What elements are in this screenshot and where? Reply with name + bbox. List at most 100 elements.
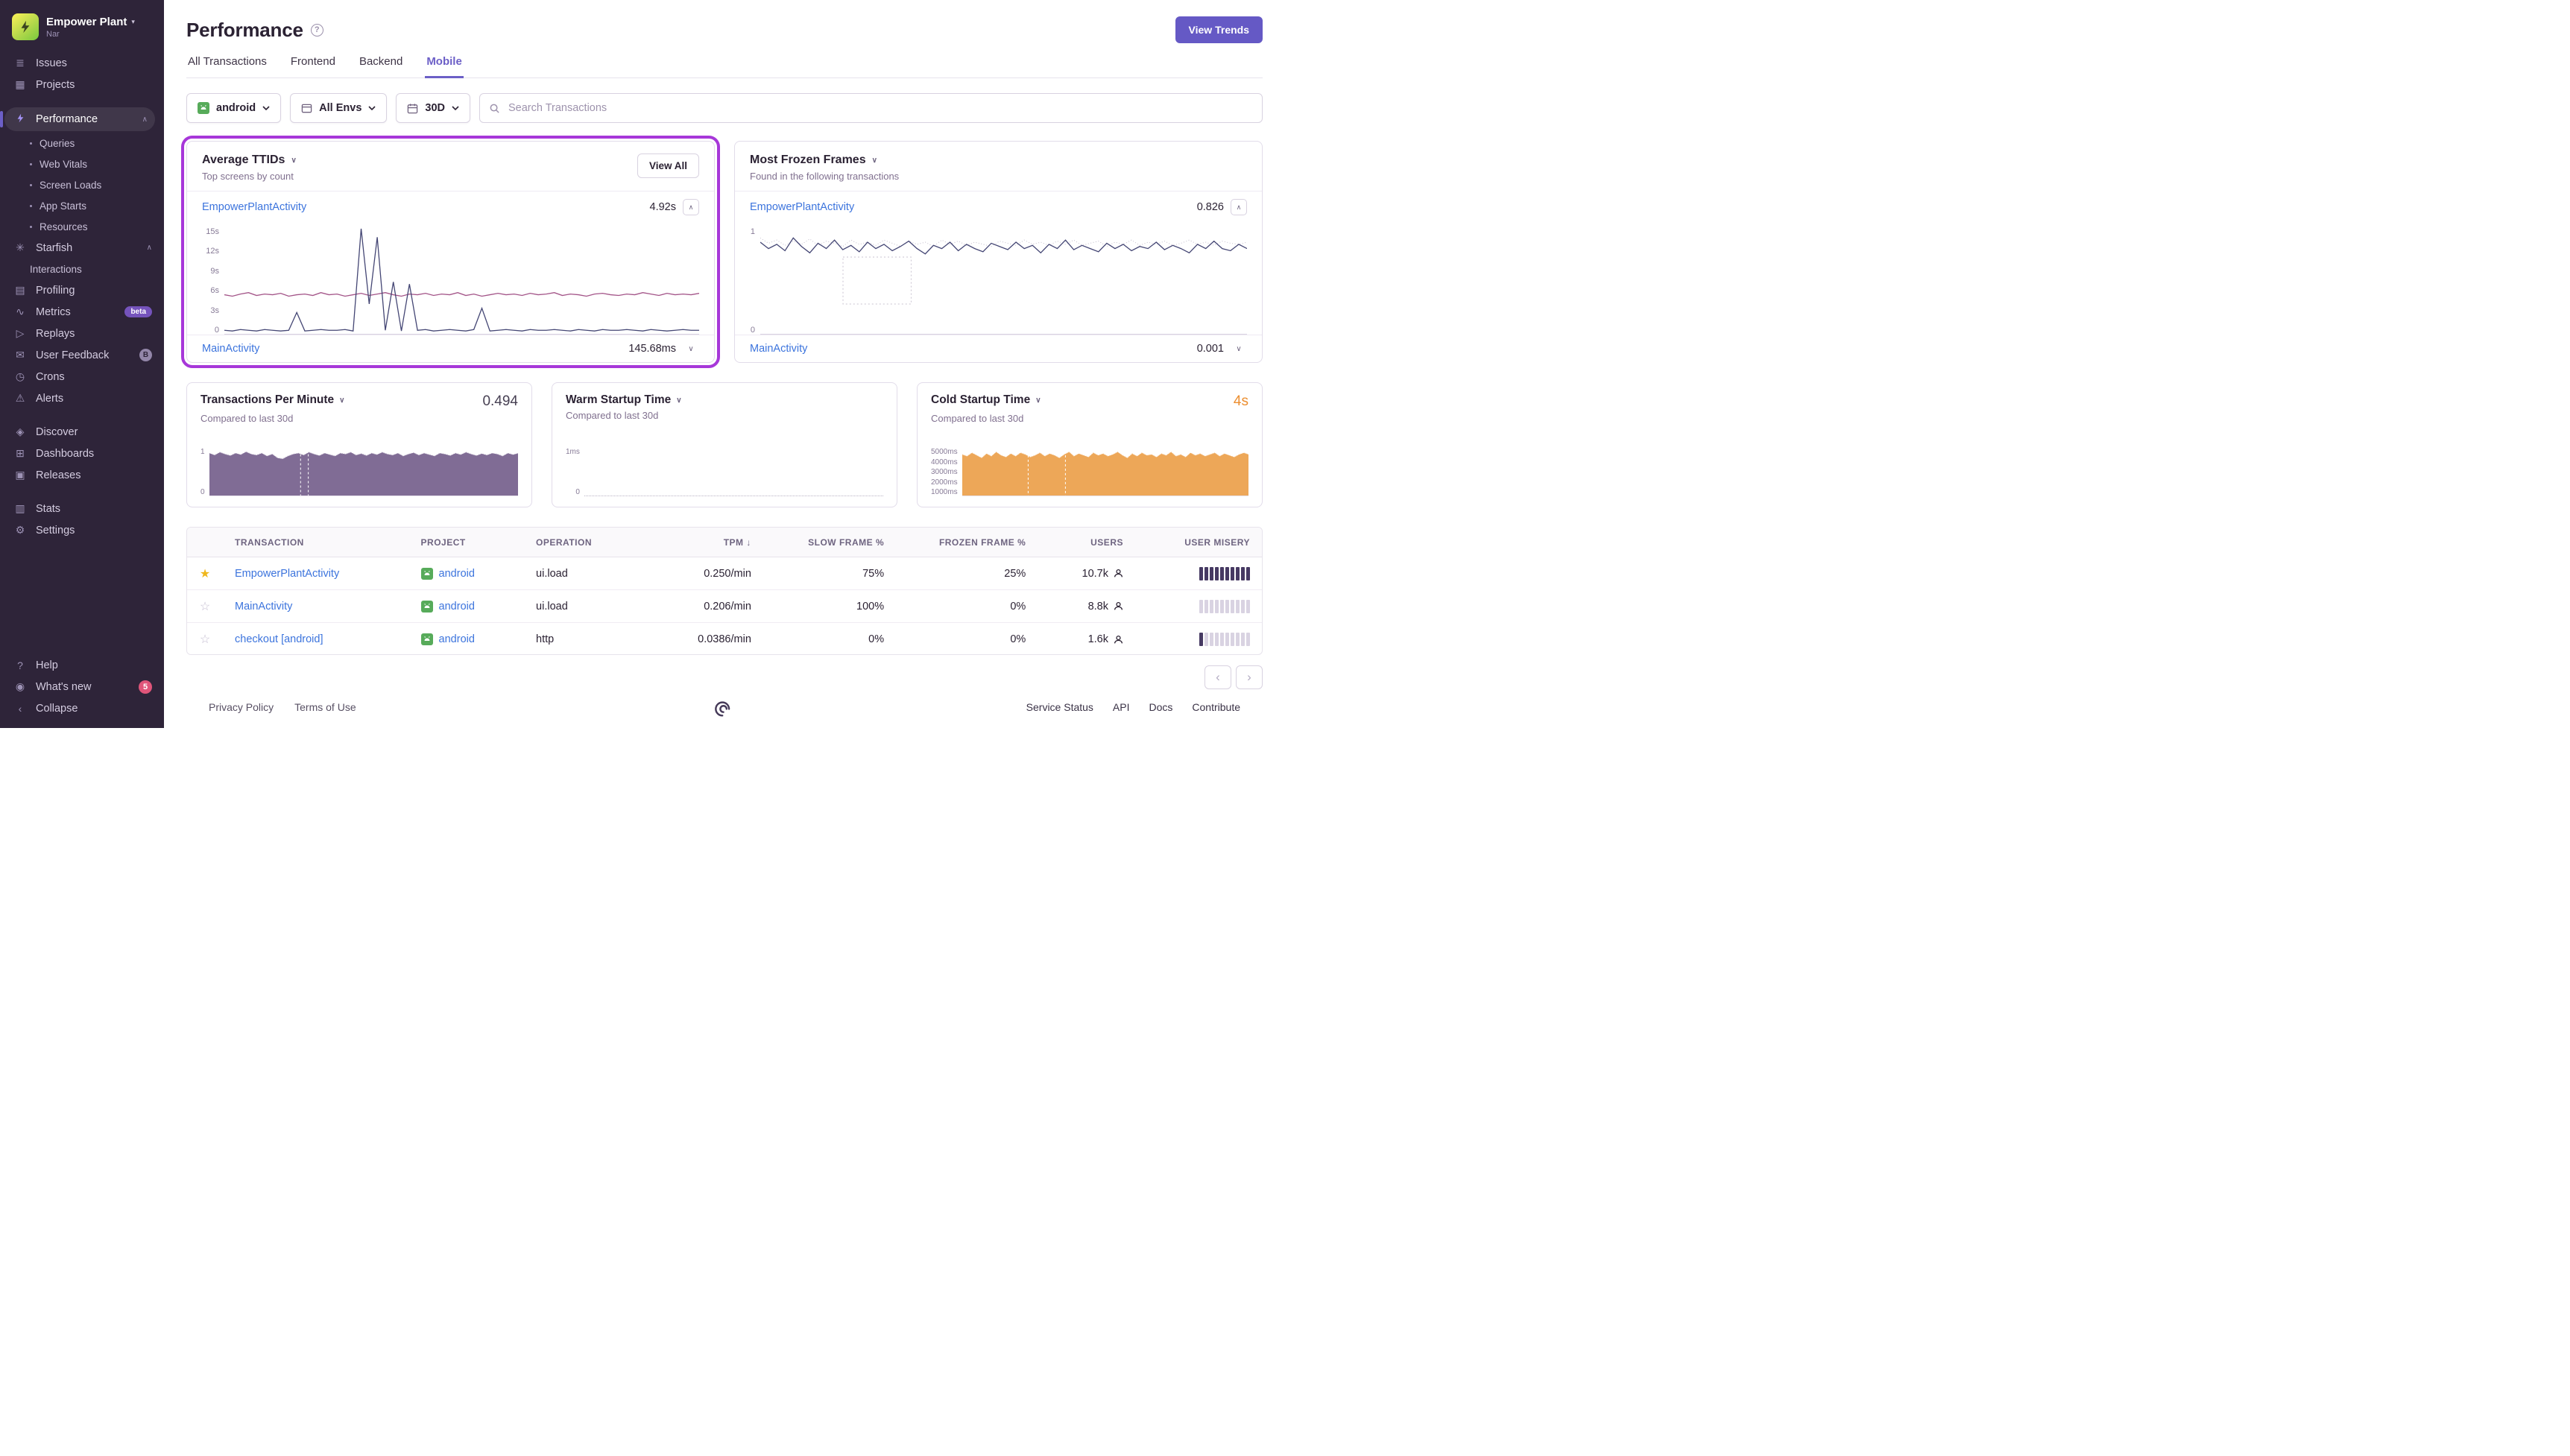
sidebar-item-discover[interactable]: ◈Discover <box>0 421 164 443</box>
chevron-down-icon: ∨ <box>1236 345 1241 353</box>
widget-big-value: 4s <box>1234 393 1248 410</box>
collapse-row-button[interactable]: ∧ <box>1231 199 1247 215</box>
tab-frontend[interactable]: Frontend <box>289 55 337 78</box>
contribute-link[interactable]: Contribute <box>1192 701 1240 713</box>
sidebar-item-settings[interactable]: ⚙Settings <box>0 519 164 541</box>
widget-title-dropdown[interactable]: Average TTIDs∨ <box>202 153 297 167</box>
column-header-frozen-frame[interactable]: FROZEN FRAME % <box>896 537 1038 548</box>
view-all-button[interactable]: View All <box>637 153 699 178</box>
sidebar-item-performance[interactable]: Performance ∧ <box>4 107 155 131</box>
project-link[interactable]: android <box>439 601 475 613</box>
issues-icon: ≣ <box>13 57 27 69</box>
favorite-star-icon[interactable]: ☆ <box>187 599 223 614</box>
tpm-chart[interactable] <box>209 449 518 496</box>
sidebar-item-metrics[interactable]: ∿Metricsbeta <box>0 301 164 323</box>
tab-mobile[interactable]: Mobile <box>425 55 464 78</box>
next-page-button[interactable]: › <box>1236 665 1263 689</box>
widget-row-2: Transactions Per Minute∨ 0.494 Compared … <box>186 382 1263 507</box>
sidebar-item-web-vitals[interactable]: Web Vitals <box>0 153 164 174</box>
previous-page-button[interactable]: ‹ <box>1205 665 1231 689</box>
transaction-link[interactable]: EmpowerPlantActivity <box>202 201 306 213</box>
project-filter-dropdown[interactable]: android <box>186 93 281 123</box>
column-header-transaction[interactable]: TRANSACTION <box>223 537 409 548</box>
column-header-operation[interactable]: OPERATION <box>524 537 648 548</box>
sidebar-item-label: Queries <box>40 138 75 149</box>
project-link[interactable]: android <box>439 568 475 580</box>
sidebar-item-interactions[interactable]: Interactions <box>0 259 164 279</box>
docs-link[interactable]: Docs <box>1149 701 1173 713</box>
expand-row-button[interactable]: ∨ <box>1231 345 1247 353</box>
chevron-down-icon <box>368 106 376 110</box>
sentry-logo[interactable] <box>713 698 736 723</box>
users-value: 10.7k <box>1082 568 1108 580</box>
favorite-star-icon[interactable]: ☆ <box>187 632 223 647</box>
org-switcher[interactable]: Empower Plant ▾ Nar <box>0 10 164 52</box>
view-trends-button[interactable]: View Trends <box>1175 16 1263 43</box>
collapse-row-button[interactable]: ∧ <box>683 199 699 215</box>
tab-all-transactions[interactable]: All Transactions <box>186 55 268 78</box>
sidebar-item-projects[interactable]: ▦Projects <box>0 74 164 95</box>
search-input[interactable] <box>507 101 1253 115</box>
sidebar-item-issues[interactable]: ≣Issues <box>0 52 164 74</box>
page-title: Performance <box>186 19 303 42</box>
bullet-icon <box>30 163 32 165</box>
sidebar-item-whats-new[interactable]: ◉What's new5 <box>0 676 164 697</box>
sidebar-item-starfish[interactable]: ✳Starfish∧ <box>0 237 164 259</box>
transaction-value: 4.92s <box>650 201 676 213</box>
terms-of-use-link[interactable]: Terms of Use <box>294 701 356 713</box>
warm-startup-chart[interactable] <box>584 449 883 496</box>
sidebar-collapse-button[interactable]: ‹Collapse <box>0 697 164 719</box>
pagination: ‹ › <box>186 665 1263 689</box>
sidebar-item-resources[interactable]: Resources <box>0 216 164 237</box>
environment-filter-dropdown[interactable]: All Envs <box>290 93 387 123</box>
column-header-tpm[interactable]: TPM ↓ <box>648 537 763 548</box>
sidebar-item-crons[interactable]: ◷Crons <box>0 366 164 387</box>
search-transactions-box[interactable] <box>479 93 1263 123</box>
date-range-dropdown[interactable]: 30D <box>396 93 470 123</box>
sidebar-item-help[interactable]: ?Help <box>0 654 164 676</box>
column-header-project[interactable]: PROJECT <box>409 537 524 548</box>
sidebar-item-stats[interactable]: ▥Stats <box>0 498 164 519</box>
widget-title-dropdown[interactable]: Warm Startup Time∨ <box>566 393 682 407</box>
transaction-link[interactable]: MainActivity <box>235 601 292 613</box>
sidebar-item-app-starts[interactable]: App Starts <box>0 195 164 216</box>
sidebar-item-screen-loads[interactable]: Screen Loads <box>0 174 164 195</box>
widget-title-dropdown[interactable]: Most Frozen Frames∨ <box>750 153 899 167</box>
column-header-slow-frame[interactable]: SLOW FRAME % <box>763 537 896 548</box>
ttid-chart[interactable] <box>224 227 699 334</box>
cold-startup-chart[interactable] <box>962 449 1248 496</box>
sidebar-item-profiling[interactable]: ▤Profiling <box>0 279 164 301</box>
operation-value: http <box>524 633 648 645</box>
transaction-link[interactable]: MainActivity <box>202 343 259 355</box>
project-link[interactable]: android <box>439 633 475 645</box>
info-icon[interactable]: ? <box>311 24 323 37</box>
sidebar-item-replays[interactable]: ▷Replays <box>0 323 164 344</box>
frozen-frames-chart[interactable] <box>760 227 1247 334</box>
expand-row-button[interactable]: ∨ <box>683 345 699 353</box>
sidebar-item-user-feedback[interactable]: ✉User FeedbackB <box>0 344 164 366</box>
api-link[interactable]: API <box>1113 701 1130 713</box>
column-header-user-misery[interactable]: USER MISERY <box>1135 537 1262 548</box>
widget-title-dropdown[interactable]: Cold Startup Time∨ <box>931 393 1041 407</box>
sidebar-item-label: User Feedback <box>36 349 109 361</box>
transaction-link[interactable]: MainActivity <box>750 343 807 355</box>
transaction-value: 0.001 <box>1197 343 1224 355</box>
transaction-link[interactable]: EmpowerPlantActivity <box>235 568 339 580</box>
tab-backend[interactable]: Backend <box>358 55 404 78</box>
widget-big-value: 0.494 <box>482 393 518 410</box>
content-area: android All Envs 30D <box>164 78 1285 728</box>
transaction-value: 145.68ms <box>628 343 676 355</box>
transaction-link[interactable]: checkout [android] <box>235 633 323 645</box>
widget-title-dropdown[interactable]: Transactions Per Minute∨ <box>201 393 345 407</box>
sidebar-item-queries[interactable]: Queries <box>0 133 164 153</box>
sidebar-item-alerts[interactable]: ⚠Alerts <box>0 387 164 409</box>
chevron-up-icon: ∧ <box>689 203 694 212</box>
transaction-link[interactable]: EmpowerPlantActivity <box>750 201 854 213</box>
favorite-star-icon[interactable]: ★ <box>187 566 223 581</box>
user-icon <box>1114 601 1123 611</box>
sidebar-item-dashboards[interactable]: ⊞Dashboards <box>0 443 164 464</box>
sidebar-item-releases[interactable]: ▣Releases <box>0 464 164 486</box>
privacy-policy-link[interactable]: Privacy Policy <box>209 701 274 713</box>
column-header-users[interactable]: USERS <box>1038 537 1135 548</box>
service-status-link[interactable]: Service Status <box>1026 701 1093 713</box>
